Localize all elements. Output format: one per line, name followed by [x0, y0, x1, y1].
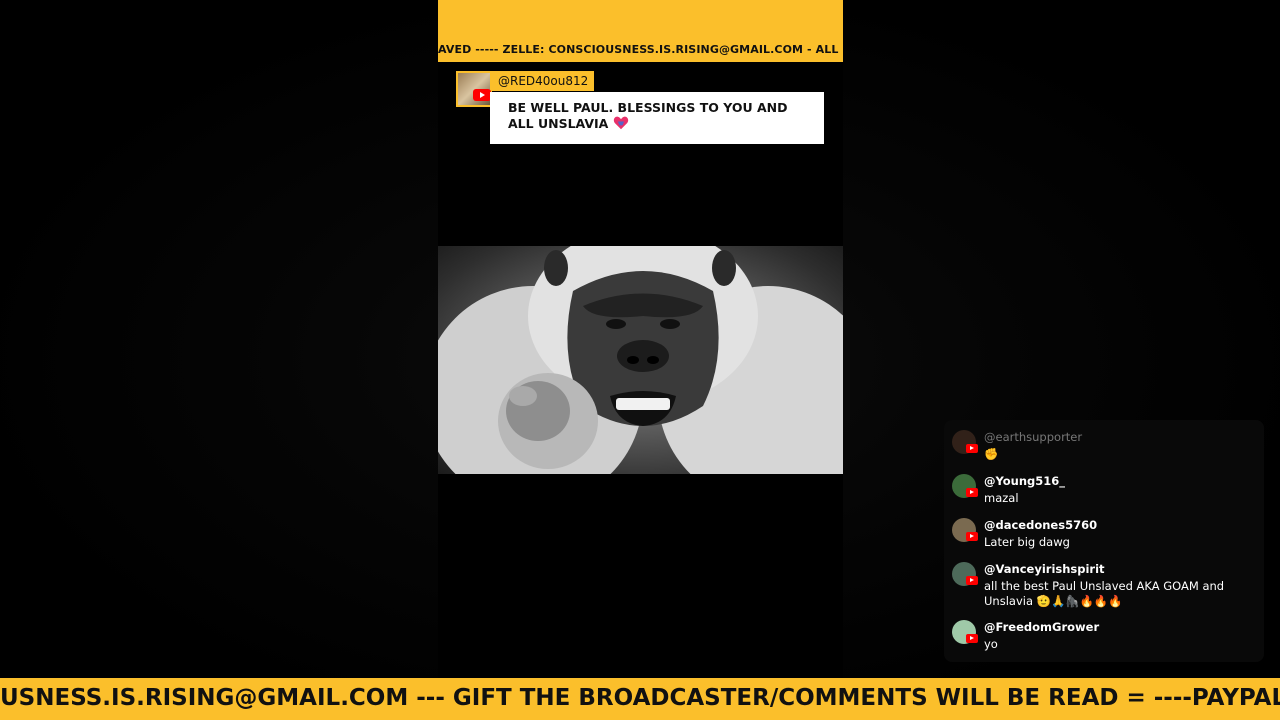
chat-message: @earthsupporter ✊: [952, 430, 1252, 466]
chat-author: @dacedones5760: [984, 518, 1098, 532]
youtube-icon: [966, 576, 978, 585]
chat-message: @Young516_ mazal: [952, 474, 1252, 510]
bottom-ticker: USNESS.IS.RISING@GMAIL.COM --- GIFT THE …: [0, 678, 1280, 720]
featured-comment: @RED40ou812 BE WELL PAUL. BLESSINGS TO Y…: [456, 71, 826, 147]
chat-message: @FreedomGrower yo: [952, 620, 1252, 656]
chat-author: @FreedomGrower: [984, 620, 1100, 634]
live-chat-panel: @earthsupporter ✊ @Young516_ mazal @dace…: [944, 420, 1264, 662]
chat-author: @Vanceyirishspirit: [984, 562, 1105, 576]
youtube-icon: [966, 532, 978, 541]
featured-comment-bubble: BE WELL PAUL. BLESSINGS TO YOU AND ALL U…: [490, 92, 824, 144]
top-ticker-text: AVED ----- ZELLE: CONSCIOUSNESS.IS.RISIN…: [438, 43, 843, 56]
chat-message: @Vanceyirishspirit all the best Paul Uns…: [952, 562, 1252, 612]
heart-icon: [613, 116, 628, 130]
youtube-icon: [966, 444, 978, 453]
top-banner: AVED ----- ZELLE: CONSCIOUSNESS.IS.RISIN…: [438, 0, 843, 62]
chat-text: Later big dawg: [984, 535, 1070, 549]
chat-text: all the best Paul Unslaved AKA GOAM and …: [984, 579, 1225, 608]
chat-text: ✊: [984, 447, 999, 461]
stream-video-column: AVED ----- ZELLE: CONSCIOUSNESS.IS.RISIN…: [438, 0, 843, 678]
chat-text: yo: [984, 637, 998, 651]
chat-message: @dacedones5760 Later big dawg: [952, 518, 1252, 554]
youtube-icon: [473, 89, 491, 101]
featured-comment-text: BE WELL PAUL. BLESSINGS TO YOU AND ALL U…: [508, 100, 788, 131]
chat-author: @Young516_: [984, 474, 1066, 488]
gorilla-illustration: [438, 246, 843, 474]
chat-author: @earthsupporter: [984, 430, 1083, 444]
bottom-ticker-text: USNESS.IS.RISING@GMAIL.COM --- GIFT THE …: [0, 685, 1280, 711]
gorilla-image: [438, 246, 843, 474]
chat-text: mazal: [984, 491, 1019, 505]
featured-comment-username: @RED40ou812: [492, 71, 595, 91]
youtube-icon: [966, 634, 978, 643]
youtube-icon: [966, 488, 978, 497]
